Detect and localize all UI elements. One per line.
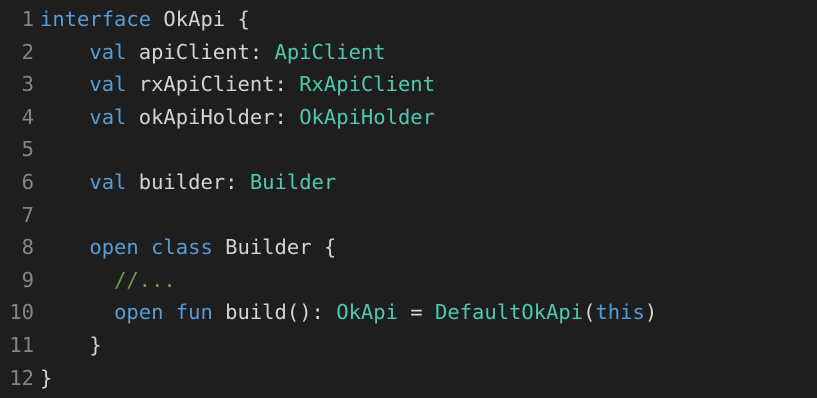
code-token: interface	[40, 7, 152, 31]
code-text: }	[40, 362, 52, 395]
code-token: open fun	[114, 300, 213, 325]
code-token: DefaultOkApi	[434, 300, 584, 325]
code-token: }	[40, 332, 102, 357]
code-line[interactable]: 11 }	[0, 329, 817, 362]
code-token: okApiHolder:	[126, 104, 300, 129]
code-token: val	[89, 39, 127, 64]
code-token: RxApiClient	[299, 72, 435, 97]
code-token: this	[595, 300, 645, 325]
code-text: open class Builder {	[40, 231, 336, 264]
code-text: val apiClient: ApiClient	[40, 36, 386, 69]
code-text: }	[40, 329, 102, 362]
code-token: //...	[114, 267, 176, 292]
code-line[interactable]: 4 val okApiHolder: OkApiHolder	[0, 101, 817, 134]
code-token: rxApiClient:	[126, 72, 300, 97]
code-token: Builder	[249, 169, 337, 194]
line-number: 11	[9, 332, 34, 357]
code-token: val	[89, 72, 127, 97]
line-number: 3	[21, 72, 34, 97]
code-token: open class	[89, 235, 213, 260]
code-line[interactable]: 8 open class Builder {	[0, 231, 817, 264]
code-text: open fun build(): OkApi = DefaultOkApi(t…	[40, 296, 657, 329]
line-number: 8	[21, 235, 34, 260]
code-line[interactable]: 10 open fun build(): OkApi = DefaultOkAp…	[0, 296, 817, 329]
code-token: )	[644, 300, 658, 325]
code-line[interactable]: 6 val builder: Builder	[0, 166, 817, 199]
code-text: interface OkApi {	[40, 3, 250, 36]
code-text: val okApiHolder: OkApiHolder	[40, 101, 435, 134]
code-line[interactable]: 1 interface OkApi {	[0, 3, 817, 36]
code-token: OkApi {	[151, 7, 250, 31]
line-number: 2	[21, 39, 34, 64]
code-token: (	[583, 300, 596, 325]
line-number: 10	[9, 300, 34, 325]
line-number: 1	[21, 7, 34, 31]
code-token: Builder {	[212, 235, 337, 260]
code-token: ApiClient	[274, 39, 386, 64]
code-line[interactable]: 7	[0, 199, 817, 232]
code-line[interactable]: 9 //...	[0, 264, 817, 297]
line-number: 9	[21, 267, 34, 292]
code-text: val rxApiClient: RxApiClient	[40, 68, 435, 101]
line-number: 5	[21, 137, 34, 162]
code-token: val	[89, 104, 127, 129]
code-token: =	[397, 300, 435, 325]
code-token: OkApiHolder	[299, 104, 435, 129]
code-line[interactable]: 2 val apiClient: ApiClient	[0, 36, 817, 69]
code-line[interactable]: 12}	[0, 362, 817, 395]
code-editor: 1 interface OkApi {2 val apiClient: ApiCl…	[0, 0, 817, 398]
code-line[interactable]: 3 val rxApiClient: RxApiClient	[0, 68, 817, 101]
code-token: }	[40, 365, 53, 390]
code-token: OkApi	[336, 300, 398, 325]
code-token: build():	[212, 300, 337, 325]
line-number: 6	[21, 169, 34, 194]
code-token: builder:	[126, 169, 250, 194]
code-token: val	[89, 169, 127, 194]
line-number: 12	[9, 365, 34, 390]
code-line[interactable]: 5	[0, 133, 817, 166]
code-text: //...	[40, 264, 176, 297]
line-number: 4	[21, 104, 34, 129]
line-number: 7	[21, 202, 34, 227]
code-text: val builder: Builder	[40, 166, 336, 199]
code-token: apiClient:	[126, 39, 275, 64]
